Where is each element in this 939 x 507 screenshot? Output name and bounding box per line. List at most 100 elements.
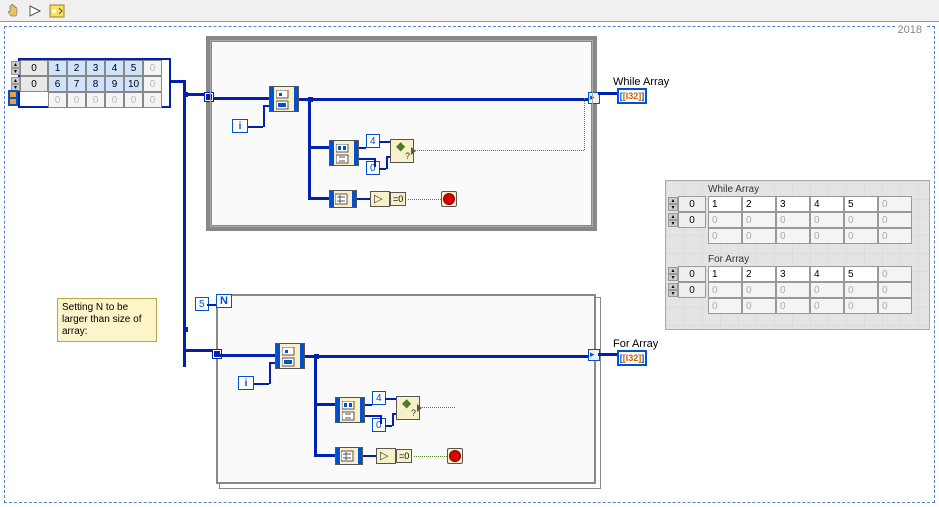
iteration-terminal[interactable]: i — [232, 119, 248, 133]
numeric-constant-0[interactable]: 0 — [372, 418, 386, 432]
run-arrow-button[interactable] — [26, 2, 44, 20]
array-cell[interactable]: 4 — [105, 60, 124, 76]
panel-idx-1[interactable]: ▴▾0 — [678, 212, 706, 228]
panel-cell: 0 — [878, 266, 912, 282]
index-array-node-2[interactable] — [335, 397, 365, 423]
arrow-icon — [411, 147, 416, 155]
panel-cell: 0 — [708, 282, 742, 298]
panel-idx-0[interactable]: ▴▾0 — [678, 196, 706, 212]
wire — [357, 198, 370, 200]
input-array-constant[interactable]: ▴▾ 0 ▴▾ 0 1234506789100000000 — [18, 58, 171, 108]
array-cell[interactable]: 9 — [105, 76, 124, 92]
numeric-constant-4[interactable]: 4 — [366, 134, 380, 148]
array-cell[interactable]: 2 — [67, 60, 86, 76]
array-cell[interactable]: 0 — [143, 76, 162, 92]
panel-while-label: While Array — [708, 184, 759, 195]
array-cell[interactable]: 7 — [67, 76, 86, 92]
wire — [305, 355, 592, 358]
wire — [269, 362, 275, 364]
array-cell[interactable]: 0 — [143, 60, 162, 76]
compare-node[interactable] — [370, 191, 390, 207]
array-cell[interactable]: 0 — [86, 92, 105, 108]
panel-cell: 0 — [878, 298, 912, 314]
for-array-label: For Array — [613, 338, 658, 350]
array-cell[interactable]: 0 — [48, 92, 67, 108]
numeric-constant-0[interactable]: 0 — [366, 161, 380, 175]
hand-tool-button[interactable] — [4, 2, 22, 20]
spin-down-icon[interactable]: ▾ — [11, 68, 20, 75]
input-tunnel[interactable] — [204, 92, 214, 102]
wire — [598, 353, 617, 356]
array-size-node[interactable] — [335, 447, 363, 465]
wire — [263, 105, 265, 127]
stop-condition-terminal[interactable] — [447, 448, 463, 464]
highlight-exec-button[interactable] — [48, 2, 66, 20]
array-cell[interactable]: 0 — [67, 92, 86, 108]
wire — [386, 156, 390, 158]
panel-cell: 0 — [776, 228, 810, 244]
index-array-node-2[interactable] — [329, 140, 359, 166]
array-index-0[interactable]: ▴▾ 0 — [20, 60, 48, 76]
numeric-constant-4[interactable]: 4 — [372, 391, 386, 405]
array-index-1[interactable]: ▴▾ 0 — [20, 76, 48, 92]
wire — [308, 146, 329, 149]
toolbar — [0, 0, 939, 22]
panel-cell: 0 — [844, 228, 878, 244]
while-loop-structure[interactable]: i 4 0 — [206, 36, 597, 231]
block-diagram-canvas: 2018 ▴▾ 0 ▴▾ 0 1234506789100000000 i — [0, 22, 939, 507]
wire — [183, 349, 213, 352]
comment-label[interactable]: Setting N to be larger than size of arra… — [57, 298, 157, 342]
array-cell[interactable]: 6 — [48, 76, 67, 92]
panel-grid: 123450000000000000 — [708, 266, 912, 314]
array-cell[interactable]: 0 — [105, 92, 124, 108]
n-terminal[interactable]: N — [216, 294, 232, 308]
array-cell[interactable]: 1 — [48, 60, 67, 76]
index-array-node[interactable] — [275, 343, 305, 369]
for-loop-structure[interactable]: N i 4 0 =0 — [216, 294, 596, 484]
while-array-indicator[interactable]: [[I32]] — [617, 88, 647, 104]
wire — [598, 92, 617, 95]
panel-idx-0[interactable]: ▴▾0 — [678, 266, 706, 282]
panel-cell: 1 — [708, 196, 742, 212]
wire — [365, 404, 372, 406]
wire — [363, 455, 376, 457]
spin-up-icon[interactable]: ▴ — [11, 77, 20, 84]
panel-cell: 2 — [742, 196, 776, 212]
panel-idx-1[interactable]: ▴▾0 — [678, 282, 706, 298]
array-cell[interactable]: 5 — [124, 60, 143, 76]
array-cell[interactable]: 0 — [124, 92, 143, 108]
panel-cell: 0 — [708, 228, 742, 244]
panel-cell: 3 — [776, 196, 810, 212]
wire — [379, 168, 386, 170]
select-node[interactable] — [390, 139, 414, 163]
array-cell[interactable]: 0 — [143, 92, 162, 108]
panel-cell: 0 — [742, 212, 776, 228]
panel-cell: 4 — [810, 266, 844, 282]
iteration-terminal[interactable]: i — [238, 376, 254, 390]
wire — [183, 329, 186, 367]
panel-cell: 4 — [810, 196, 844, 212]
array-cell[interactable]: 10 — [124, 76, 143, 92]
wire — [254, 383, 269, 385]
array-cell[interactable]: 3 — [86, 60, 105, 76]
wire — [308, 197, 329, 200]
spin-up-icon[interactable]: ▴ — [11, 61, 20, 68]
array-cell[interactable]: 8 — [86, 76, 105, 92]
wire — [359, 158, 374, 160]
panel-cell: 0 — [844, 212, 878, 228]
panel-for-label: For Array — [708, 254, 749, 265]
front-panel-preview: While Array ▴▾0 ▴▾0 123450000000000000 F… — [665, 180, 930, 330]
compare-node[interactable] — [376, 448, 396, 464]
panel-cell: 5 — [844, 266, 878, 282]
for-array-indicator[interactable]: [[I32]] — [617, 350, 647, 366]
index-array-node[interactable] — [269, 86, 299, 112]
stop-terminal[interactable] — [441, 191, 457, 207]
array-size-node[interactable] — [329, 190, 357, 208]
panel-cell: 2 — [742, 266, 776, 282]
wire — [308, 98, 311, 197]
boolean-wire — [408, 199, 441, 200]
panel-cell: 0 — [810, 228, 844, 244]
select-node[interactable] — [396, 396, 420, 420]
arrow-icon — [417, 404, 422, 412]
wire — [359, 147, 366, 149]
